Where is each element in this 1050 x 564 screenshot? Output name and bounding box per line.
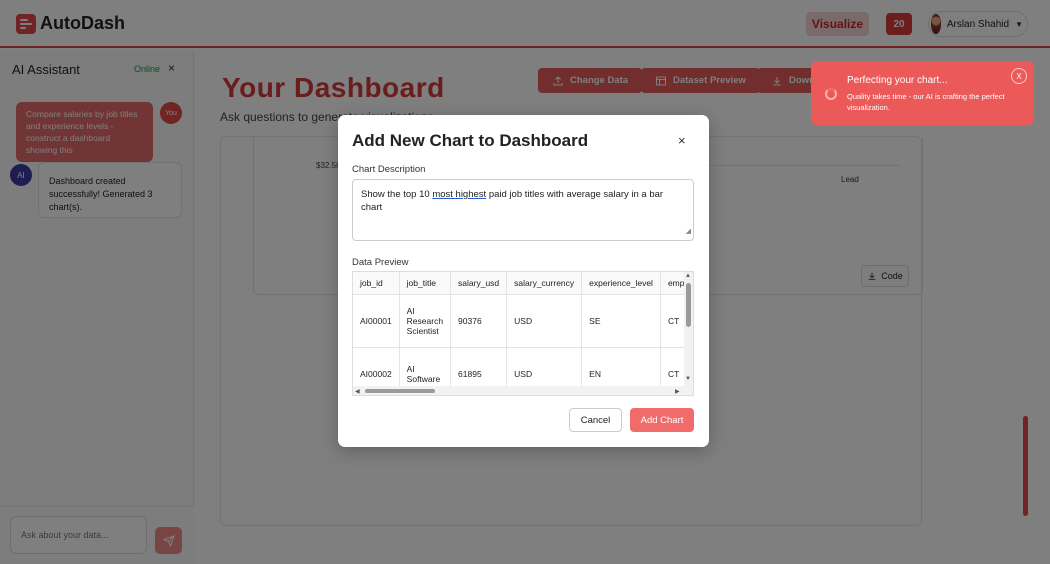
- table-cell: USD: [506, 294, 583, 348]
- scroll-right-icon[interactable]: ▶: [675, 388, 680, 395]
- toast-title: Perfecting your chart...: [847, 75, 948, 86]
- table-cell: AI Research Scientist: [399, 294, 452, 348]
- description-text: Show the top 10: [361, 189, 433, 200]
- cancel-button[interactable]: Cancel: [569, 408, 622, 432]
- column-header[interactable]: job_id: [353, 272, 400, 295]
- resize-handle-icon[interactable]: ◢: [686, 225, 691, 238]
- table-row: AI00001 AI Research Scientist 90376 USD …: [353, 294, 693, 348]
- chart-description-label: Chart Description: [352, 164, 426, 175]
- horizontal-scrollbar[interactable]: ◀ ▶: [353, 386, 693, 395]
- scroll-up-icon[interactable]: ▲: [685, 273, 691, 279]
- toast-body: Quality takes time - our AI is crafting …: [847, 92, 1005, 112]
- column-header[interactable]: job_title: [399, 272, 452, 295]
- table-cell: SE: [581, 294, 661, 348]
- data-table: job_id job_title salary_usd salary_curre…: [353, 272, 693, 395]
- progress-toast: Perfecting your chart... Quality takes t…: [811, 61, 1034, 125]
- table-cell: 90376: [450, 294, 508, 348]
- add-chart-button[interactable]: Add Chart: [630, 408, 694, 432]
- modal-title: Add New Chart to Dashboard: [352, 131, 589, 150]
- table-header-row: job_id job_title salary_usd salary_curre…: [353, 272, 693, 295]
- scroll-left-icon[interactable]: ◀: [355, 388, 360, 395]
- data-preview-label: Data Preview: [352, 257, 409, 268]
- vertical-scrollbar[interactable]: ▲ ▼: [684, 272, 693, 386]
- data-preview-table[interactable]: job_id job_title salary_usd salary_curre…: [352, 271, 694, 396]
- close-icon[interactable]: ×: [678, 133, 686, 148]
- scroll-down-icon[interactable]: ▼: [685, 376, 691, 382]
- horizontal-scroll-thumb[interactable]: [365, 389, 435, 393]
- spinner-icon: [825, 88, 837, 100]
- chart-description-textarea[interactable]: Show the top 10 most highest paid job ti…: [352, 179, 694, 241]
- toast-close-button[interactable]: X: [1011, 68, 1027, 84]
- vertical-scroll-thumb[interactable]: [686, 283, 691, 327]
- column-header[interactable]: experience_level: [581, 272, 661, 295]
- table-cell: AI00001: [353, 294, 400, 348]
- column-header[interactable]: salary_usd: [450, 272, 508, 295]
- column-header[interactable]: salary_currency: [506, 272, 583, 295]
- add-chart-modal: Add New Chart to Dashboard × Chart Descr…: [338, 115, 709, 447]
- spellcheck-text: most highest: [432, 189, 487, 200]
